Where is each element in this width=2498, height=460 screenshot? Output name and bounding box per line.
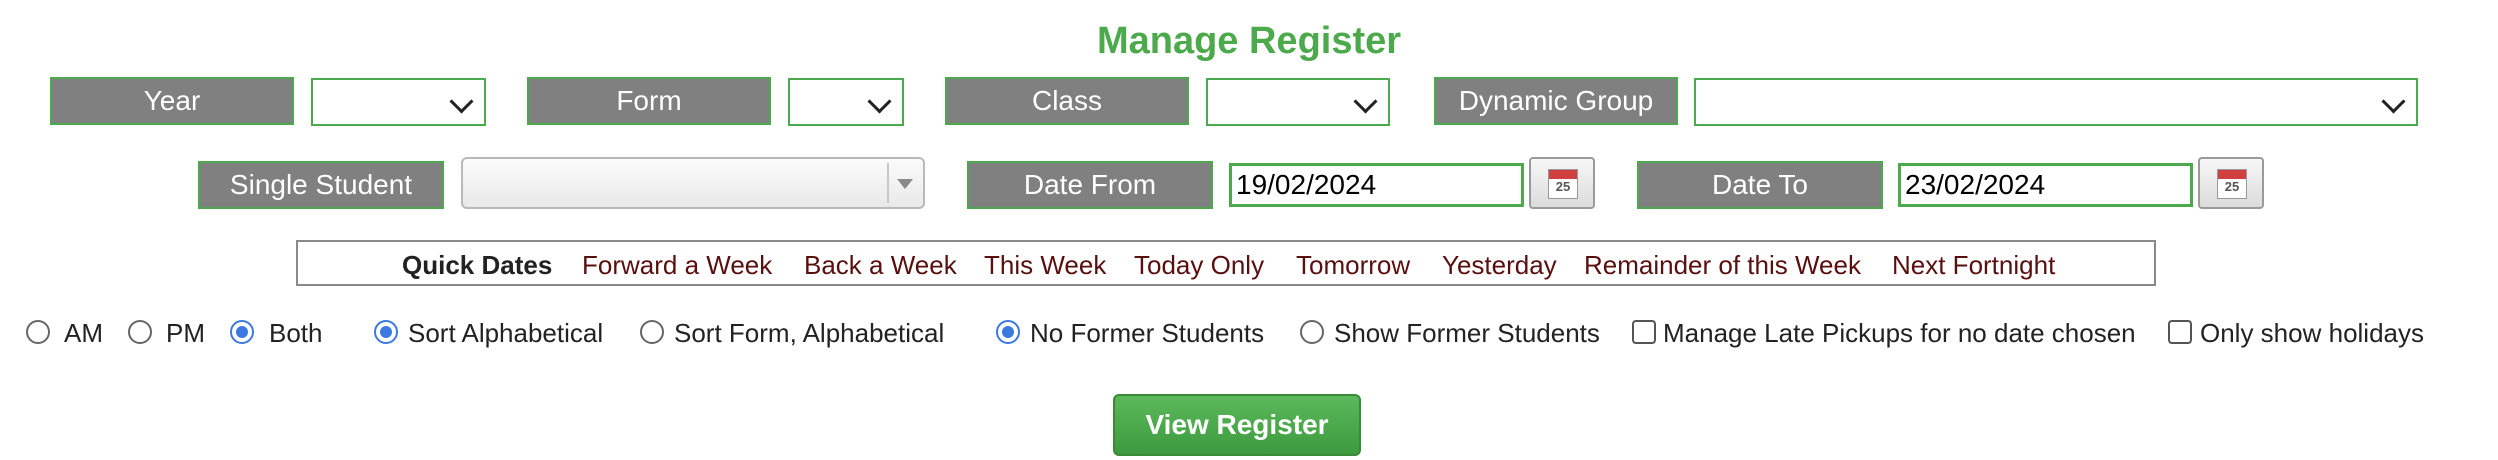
quick-date-link[interactable]: Yesterday: [1442, 250, 1557, 281]
sort-form-radio[interactable]: [640, 320, 664, 344]
quick-date-link[interactable]: Forward a Week: [582, 250, 772, 281]
only-holidays-checkbox[interactable]: [2168, 320, 2192, 344]
late-pickups-checkbox[interactable]: [1632, 320, 1656, 344]
quick-date-link[interactable]: Tomorrow: [1296, 250, 1410, 281]
dynamic-group-label: Dynamic Group: [1434, 77, 1678, 125]
single-student-label: Single Student: [198, 161, 444, 209]
sort-form-label: Sort Form, Alphabetical: [674, 318, 945, 348]
chevron-down-icon: [449, 89, 474, 114]
chevron-down-icon: [2381, 89, 2406, 114]
both-label: Both: [269, 318, 323, 348]
quick-date-link[interactable]: Next Fortnight: [1892, 250, 2055, 281]
sort-alphabetical-label: Sort Alphabetical: [408, 318, 604, 348]
view-register-button[interactable]: View Register: [1113, 394, 1361, 456]
year-select[interactable]: [311, 78, 486, 126]
both-radio[interactable]: [230, 320, 254, 344]
am-label: AM: [64, 318, 103, 348]
only-holidays-label: Only show holidays: [2200, 318, 2424, 348]
calendar-icon: 25: [2217, 169, 2247, 199]
date-from-calendar-button[interactable]: 25: [1529, 157, 1595, 209]
pm-label: PM: [166, 318, 205, 348]
single-student-select[interactable]: [461, 157, 925, 209]
chevron-down-icon: [1353, 89, 1378, 114]
show-former-students-label: Show Former Students: [1334, 318, 1600, 348]
chevron-down-icon: [867, 89, 892, 114]
class-select[interactable]: [1206, 78, 1390, 126]
quick-date-link[interactable]: Remainder of this Week: [1584, 250, 1861, 281]
show-former-students-radio[interactable]: [1300, 320, 1324, 344]
sort-alphabetical-radio[interactable]: [374, 320, 398, 344]
date-to-calendar-button[interactable]: 25: [2198, 157, 2264, 209]
dynamic-group-select[interactable]: [1694, 78, 2418, 126]
quick-dates-bar: Quick Dates Forward a Week Back a Week T…: [296, 240, 2156, 286]
date-to-input[interactable]: 23/02/2024: [1898, 163, 2193, 207]
date-from-label: Date From: [967, 161, 1213, 209]
no-former-students-radio[interactable]: [996, 320, 1020, 344]
page-title: Manage Register: [1096, 20, 1402, 62]
quick-date-link[interactable]: This Week: [984, 250, 1106, 281]
no-former-students-label: No Former Students: [1030, 318, 1265, 348]
quick-date-link[interactable]: Today Only: [1134, 250, 1264, 281]
date-from-input[interactable]: 19/02/2024: [1229, 163, 1524, 207]
caret-down-icon: [897, 179, 913, 189]
am-radio[interactable]: [26, 320, 50, 344]
class-label: Class: [945, 77, 1189, 125]
year-label: Year: [50, 77, 294, 125]
quick-date-link[interactable]: Back a Week: [804, 250, 957, 281]
quick-dates-heading: Quick Dates: [402, 250, 553, 280]
late-pickups-label: Manage Late Pickups for no date chosen: [1663, 318, 2136, 348]
form-label: Form: [527, 77, 771, 125]
form-select[interactable]: [788, 78, 904, 126]
calendar-icon: 25: [1548, 169, 1578, 199]
date-to-label: Date To: [1637, 161, 1883, 209]
pm-radio[interactable]: [128, 320, 152, 344]
